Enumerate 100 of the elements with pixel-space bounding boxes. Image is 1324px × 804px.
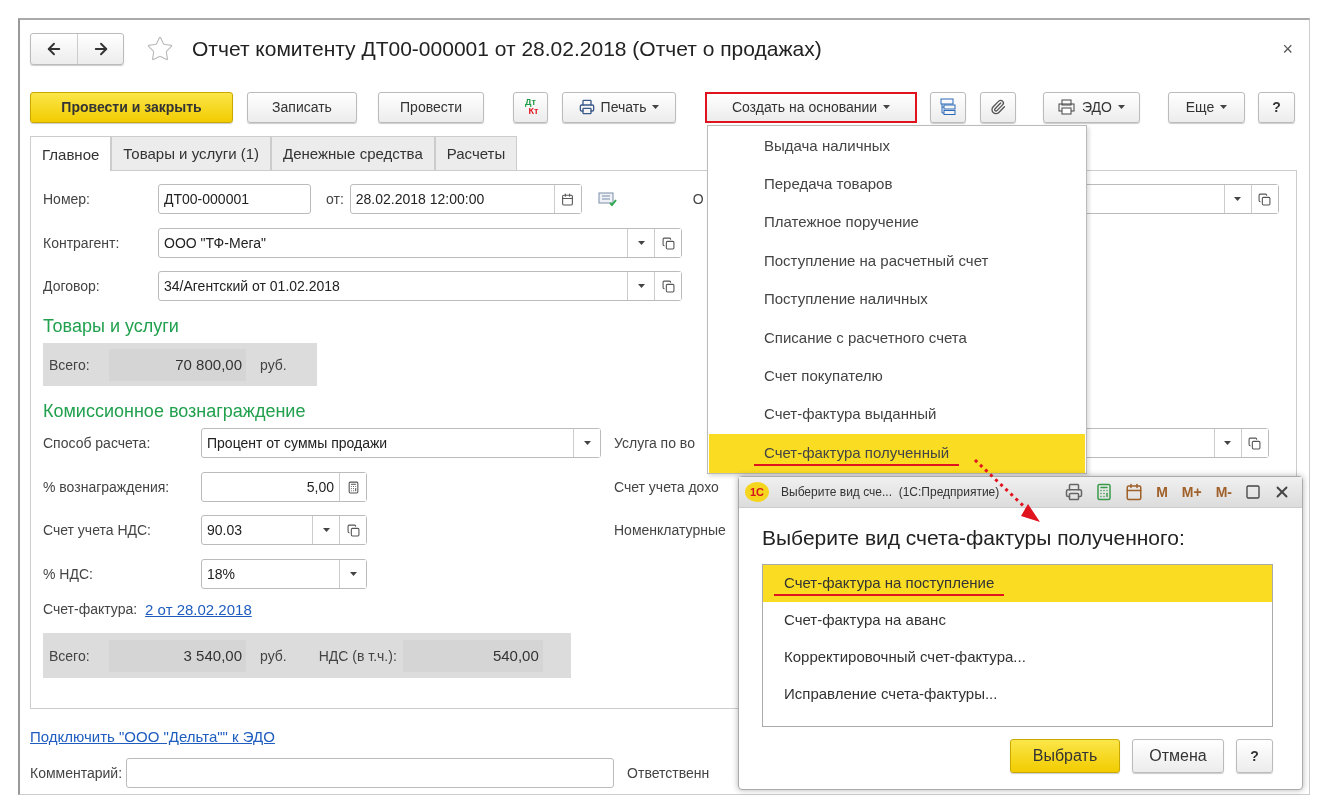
printer-icon (578, 99, 595, 115)
menu-item[interactable]: Счет-фактура полученный (709, 434, 1085, 473)
menu-item[interactable]: Поступление наличных (709, 280, 1085, 319)
menu-item[interactable]: Счет покупателю (709, 357, 1085, 396)
calendar-icon (561, 192, 575, 206)
currency-label: руб. (260, 356, 287, 373)
menu-item[interactable]: Передача товаров (709, 165, 1085, 204)
print-menu-button[interactable]: Печать (562, 91, 676, 123)
memory-button[interactable]: M+ (1177, 484, 1206, 500)
tab[interactable]: Главное (30, 136, 112, 171)
select-button[interactable]: Выбрать (1010, 739, 1120, 773)
menu-button[interactable]: Создать на основании (705, 91, 917, 123)
invoice-link[interactable]: 2 от 28.02.2018 (145, 600, 252, 618)
menu-item[interactable]: Платежное поручение (709, 203, 1085, 243)
calculation-method-field[interactable]: Процент от суммы продажи (201, 428, 601, 458)
calculator-icon (1095, 483, 1114, 501)
total-label: НДС (в т.ч.): (318, 647, 397, 664)
caret-icon (883, 105, 891, 109)
list-item[interactable]: Счет-фактура на аванс (763, 602, 1272, 639)
app-logo: 1С (745, 482, 769, 502)
open-icon (661, 236, 675, 250)
printer-icon (1058, 99, 1076, 115)
contract-field[interactable]: 34/Агентский от 01.02.2018 (158, 271, 682, 301)
menu-item[interactable]: Списание с расчетного счета (709, 318, 1085, 358)
open-button[interactable] (654, 272, 681, 300)
section-title: Комиссионное вознаграждение (43, 400, 306, 422)
calculator-icon (346, 480, 360, 494)
open-button[interactable] (339, 516, 366, 544)
field-label: Счет-фактура: (43, 601, 138, 617)
back-icon (45, 40, 63, 58)
number-field[interactable]: ДТ00-000001 (158, 184, 311, 214)
open-button[interactable] (1250, 185, 1278, 213)
post-and-close-button[interactable]: Провести и закрыть (30, 91, 233, 123)
paperclip-icon (990, 99, 1006, 115)
field-label: Счет учета НДС: (43, 522, 152, 538)
date-field[interactable]: 28.02.2018 12:00:00 (349, 184, 582, 214)
open-button[interactable] (1240, 429, 1268, 457)
field-label: О (692, 191, 704, 207)
structure-button[interactable] (930, 91, 966, 123)
vat-account-field[interactable]: 90.03 (201, 515, 367, 545)
dropdown-button[interactable] (573, 429, 600, 457)
total-label: Всего: (49, 647, 91, 664)
field-label: Счет учета дохо (614, 479, 719, 495)
list-item[interactable]: Корректировочный счет-фактура... (763, 639, 1272, 676)
field-label: Ответственн (627, 765, 710, 781)
field-label: Контрагент: (43, 235, 121, 251)
field-label: % вознаграждения: (43, 479, 171, 495)
list-item[interactable]: Счет-фактура на поступление (763, 565, 1272, 602)
attach-button[interactable] (980, 91, 1016, 123)
field-label: Номер: (43, 191, 91, 207)
star-icon[interactable] (146, 35, 174, 63)
tab[interactable]: Денежные средства (271, 136, 435, 170)
caret-icon (583, 441, 591, 445)
total-value: 540,00 (402, 639, 543, 672)
currency-label: руб. (260, 647, 287, 664)
memory-button[interactable]: M- (1211, 484, 1236, 500)
total-value: 70 800,00 (109, 348, 246, 381)
help-button[interactable]: ? (1236, 739, 1273, 773)
caret-icon (1118, 105, 1125, 109)
toolbar-button[interactable]: Записать (247, 91, 357, 123)
cancel-button[interactable]: Отмена (1132, 739, 1224, 773)
caret-icon (1220, 105, 1228, 109)
field-label: Комментарий: (30, 765, 123, 781)
field-label: % НДС: (43, 566, 94, 582)
toolbar-button[interactable]: Провести (378, 91, 484, 123)
edo-menu-button[interactable]: ЭДО (1043, 91, 1140, 123)
journal-entries-button[interactable]: Дт Кт (513, 91, 548, 123)
memory-button[interactable]: M (1152, 484, 1172, 500)
total-label: Всего: (49, 356, 91, 373)
menu-item[interactable]: Поступление на расчетный счет (709, 242, 1085, 281)
open-icon (346, 523, 360, 537)
caret-icon (1224, 441, 1232, 445)
counterparty-field[interactable]: ООО "ТФ-Мега" (158, 228, 682, 258)
open-button[interactable] (654, 229, 681, 257)
calculator-button[interactable] (339, 473, 366, 501)
printer-icon (1065, 483, 1084, 501)
help-button[interactable]: ? (1258, 91, 1295, 123)
field-label: от: (326, 191, 344, 207)
menu-button[interactable]: Еще (1168, 91, 1245, 123)
menu-item[interactable]: Выдача наличных (709, 127, 1085, 166)
vat-rate-field[interactable]: 18% (201, 559, 367, 589)
comment-field[interactable] (126, 758, 615, 788)
caret-icon (652, 105, 660, 109)
list-item[interactable]: Исправление счета-фактуры... (763, 676, 1272, 713)
hierarchy-icon (939, 98, 957, 116)
field-label: Номенклатурные (614, 522, 726, 538)
dialog-heading: Выберите вид счета-фактуры полученного: (762, 526, 1186, 550)
menu-item[interactable]: Счет-фактура выданный (709, 395, 1085, 435)
section-title: Товары и услуги (43, 315, 179, 337)
commission-percent-field[interactable]: 5,00 (201, 472, 367, 502)
open-icon (661, 279, 675, 293)
dropdown-button[interactable] (339, 560, 366, 588)
calendar-button[interactable] (553, 185, 581, 213)
close-button[interactable]: × (1278, 38, 1297, 60)
caret-icon (349, 572, 357, 576)
edo-connect-link[interactable]: Подключить "ООО "Дельта"" к ЭДО (30, 727, 275, 745)
tab[interactable]: Товары и услуги (1) (111, 136, 272, 170)
comment-check-icon (597, 191, 618, 207)
tab[interactable]: Расчеты (434, 136, 518, 170)
caret-icon (1234, 197, 1242, 201)
